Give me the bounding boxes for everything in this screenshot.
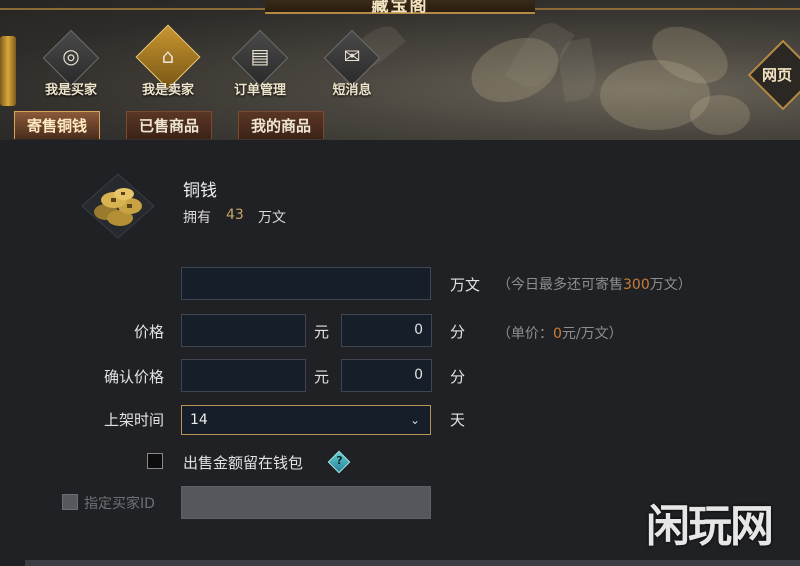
- keep-in-wallet-label: 出售金额留在钱包: [183, 454, 304, 472]
- price-fen-unit: 分: [450, 323, 466, 341]
- amount-hint: （今日最多还可寄售300万文）: [497, 277, 692, 293]
- chevron-down-icon: ⌄: [409, 413, 420, 427]
- title-bar-left-ornament: [0, 0, 265, 10]
- amount-unit: 万文: [450, 276, 481, 294]
- item-name: 铜钱: [183, 181, 217, 201]
- own-unit: 万文: [258, 210, 286, 226]
- confirm-yuan-input[interactable]: [181, 359, 306, 392]
- envelope-icon: ✉: [343, 44, 361, 68]
- nav-messages[interactable]: ✉ 短消息: [312, 29, 392, 104]
- book-icon: ▤: [250, 44, 270, 68]
- buyer-id-checkbox[interactable]: [62, 494, 78, 510]
- amount-input[interactable]: [181, 267, 431, 300]
- buyer-id-input[interactable]: [181, 486, 431, 519]
- unit-price-hint: （单价：0元/万文）: [497, 326, 623, 342]
- listing-time-select[interactable]: 14 ⌄: [181, 405, 431, 435]
- confirm-fen-input[interactable]: 0: [341, 359, 432, 392]
- keep-in-wallet-checkbox[interactable]: [147, 453, 163, 469]
- nav-seller[interactable]: ⌂ 我是卖家: [128, 24, 208, 104]
- tab-sold-items[interactable]: 已售商品: [126, 111, 213, 139]
- price-yuan-input[interactable]: [181, 314, 306, 347]
- own-value: 43: [226, 207, 244, 223]
- nav-orders[interactable]: ▤ 订单管理: [220, 29, 300, 104]
- coin-icon: ◎: [62, 44, 80, 68]
- lantern-ornament: [0, 36, 16, 106]
- webpage-button-label: 网页: [762, 66, 793, 84]
- title-bar: 藏宝阁: [265, 0, 535, 16]
- price-yuan-unit: 元: [314, 323, 330, 341]
- tab-consign-coins[interactable]: 寄售铜钱: [14, 111, 101, 139]
- tab-my-items[interactable]: 我的商品: [238, 111, 325, 139]
- nav-orders-label: 订单管理: [233, 83, 286, 98]
- nav-buyer[interactable]: ◎ 我是买家: [31, 29, 111, 104]
- stall-icon: ⌂: [161, 44, 175, 68]
- confirm-price-label: 确认价格: [103, 368, 164, 386]
- buyer-id-label: 指定买家ID: [84, 496, 155, 512]
- panel-bottom-edge: [25, 560, 800, 566]
- nav-seller-label: 我是卖家: [141, 83, 194, 98]
- listing-time-label: 上架时间: [103, 411, 164, 429]
- title-bar-right-ornament: [535, 0, 800, 10]
- webpage-button[interactable]: 网页: [747, 39, 800, 111]
- watermark: 闲玩网: [646, 501, 774, 552]
- price-fen-input[interactable]: 0: [341, 314, 432, 347]
- window-title: 藏宝阁: [371, 0, 429, 16]
- confirm-fen-unit: 分: [450, 368, 466, 386]
- price-label: 价格: [133, 323, 164, 341]
- listing-time-unit: 天: [450, 411, 466, 429]
- listing-time-value: 14: [190, 412, 208, 428]
- nav-messages-label: 短消息: [332, 83, 372, 98]
- header: 藏宝阁 ◎ 我是买家 ⌂ 我是卖家 ▤ 订单管理 ✉ 短消息 网页: [0, 0, 800, 140]
- confirm-yuan-unit: 元: [314, 368, 330, 386]
- nav-buyer-label: 我是买家: [44, 83, 97, 98]
- copper-coins-icon: [81, 173, 155, 239]
- own-label: 拥有: [183, 210, 211, 226]
